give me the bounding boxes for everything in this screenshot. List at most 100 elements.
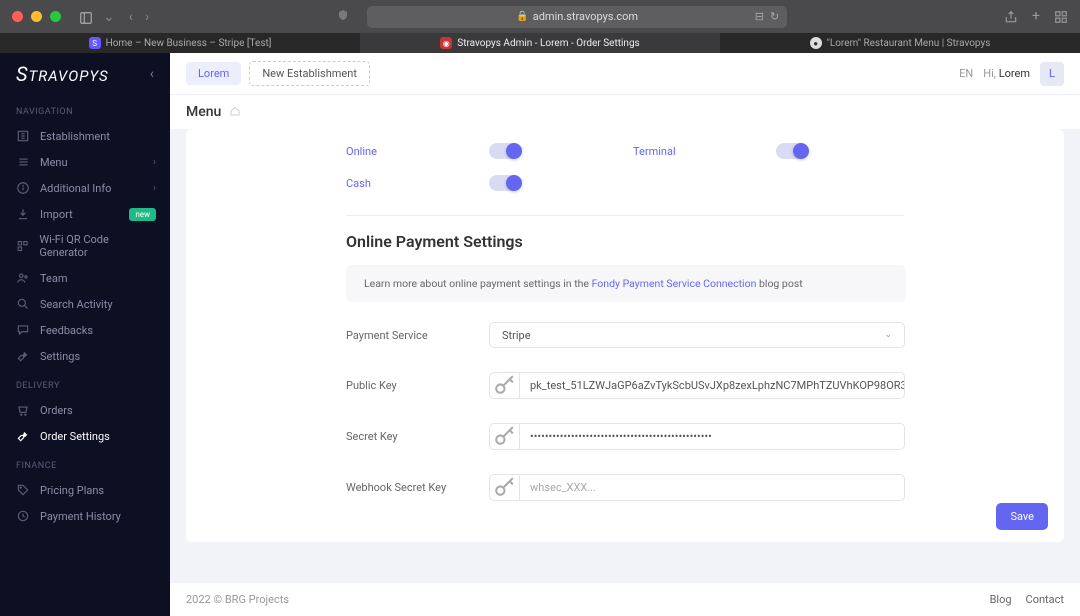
page-title: Menu [186,104,221,120]
chevron-right-icon: › [153,183,156,194]
language-selector[interactable]: EN [959,67,973,80]
sidebar-item-label: Team [40,272,68,285]
app-topbar: Lorem New Establishment EN Hi, Lorem L [170,53,1080,95]
sidebar-item-label: Wi-Fi QR Code Generator [39,233,154,259]
refresh-icon[interactable]: ↻ [770,10,779,23]
info-banner: Learn more about online payment settings… [346,265,906,302]
tab-label: "Lorem" Restaurant Menu | Stravopys [827,38,991,49]
wrench-icon [16,349,30,363]
sidebar-section-header: FINANCE [0,449,170,477]
toggle-terminal[interactable] [776,143,808,159]
chevron-right-icon: › [153,157,156,168]
divider [346,215,904,216]
sidebar-toggle-icon[interactable] [79,10,93,24]
tag-icon [16,483,30,497]
payment-service-select[interactable]: Stripe ⌄ [489,322,905,348]
sidebar-item-payment-history[interactable]: Payment History [0,503,170,529]
sidebar-item-label: Additional Info [40,182,111,195]
sidebar-section-header: DELIVERY [0,369,170,397]
sidebar-item-label: Feedbacks [40,324,93,337]
footer-link-blog[interactable]: Blog [990,593,1012,606]
tab-overview-icon[interactable] [1054,8,1068,26]
address-bar[interactable]: 🔒 admin.stravopys.com ⊟ ↻ [367,6,787,28]
history-icon [16,509,30,523]
section-title: Online Payment Settings [346,232,1064,251]
browser-tabs: S Home – New Business – Stripe [Test] ◉ … [0,33,1080,53]
sidebar-item-additional-info[interactable]: Additional Info › [0,175,170,201]
toggle-online[interactable] [489,143,521,159]
label-public-key: Public Key [346,379,489,392]
label-payment-service: Payment Service [346,329,489,342]
chevron-down-icon[interactable]: ⌄ [103,9,115,25]
browser-tab[interactable]: ◉ Stravopys Admin - Lorem - Order Settin… [360,33,720,53]
key-icon [489,474,519,501]
reader-icon[interactable]: ⊟ [755,10,764,23]
footer-link-contact[interactable]: Contact [1026,593,1064,606]
minimize-window-icon[interactable] [31,11,42,22]
generic-favicon: ● [810,37,822,49]
tab-new-establishment[interactable]: New Establishment [249,61,370,86]
key-icon [489,372,519,399]
toggle-label-cash: Cash [346,177,489,190]
wrench-icon [16,429,30,443]
share-icon[interactable] [1004,8,1018,26]
sidebar-item-wifi-qr[interactable]: Wi-Fi QR Code Generator [0,227,170,265]
sidebar-item-order-settings[interactable]: Order Settings [0,423,170,449]
sidebar-item-orders[interactable]: Orders [0,397,170,423]
window-controls [12,11,61,22]
avatar[interactable]: L [1040,62,1064,86]
close-window-icon[interactable] [12,11,23,22]
username-text: Lorem [999,67,1030,80]
back-button[interactable]: ‹ [129,9,133,25]
sidebar-item-label: Orders [40,404,73,417]
page-subheader: Menu [170,95,1080,129]
sidebar-item-label: Pricing Plans [40,484,104,497]
sidebar-item-import[interactable]: Import new [0,201,170,227]
toggle-cash[interactable] [489,175,521,191]
info-icon [16,181,30,195]
forward-button[interactable]: › [145,9,149,25]
settings-card: Online Terminal Cash Online Payment [186,129,1064,542]
webhook-key-input[interactable]: whsec_XXX... [519,474,905,501]
browser-tab[interactable]: S Home – New Business – Stripe [Test] [0,33,360,53]
browser-tab[interactable]: ● "Lorem" Restaurant Menu | Stravopys [720,33,1080,53]
collapse-sidebar-icon[interactable]: ‹ [150,66,154,82]
sidebar-item-feedbacks[interactable]: Feedbacks [0,317,170,343]
chevron-down-icon: ⌄ [884,330,892,340]
label-secret-key: Secret Key [346,430,489,443]
new-badge: new [129,208,156,221]
secret-key-input[interactable]: ••••••••••••••••••••••••••••••••••••••••… [519,423,905,450]
sidebar-item-pricing[interactable]: Pricing Plans [0,477,170,503]
stripe-favicon: S [89,37,101,49]
sidebar-item-menu[interactable]: Menu › [0,149,170,175]
sidebar-item-settings[interactable]: Settings [0,343,170,369]
key-icon [489,423,519,450]
copyright-text: 2022 © BRG Projects [186,593,289,606]
sidebar-section-header: NAVIGATION [0,95,170,123]
privacy-shield-icon[interactable] [337,9,349,24]
toggle-label-online: Online [346,145,489,158]
users-icon [16,271,30,285]
sidebar-item-establishment[interactable]: Establishment [0,123,170,149]
building-icon [16,129,30,143]
label-webhook-key: Webhook Secret Key [346,481,489,494]
greeting-text: Hi, [983,67,996,80]
qr-icon [16,239,29,253]
tab-label: Stravopys Admin - Lorem - Order Settings [457,38,639,49]
sidebar-item-label: Establishment [40,130,110,143]
home-icon[interactable] [229,105,241,120]
sidebar-item-team[interactable]: Team [0,265,170,291]
maximize-window-icon[interactable] [50,11,61,22]
public-key-input[interactable]: pk_test_51LZWJaGP6aZvTykScbUSvJXp8zexLph… [519,372,905,399]
sidebar-item-label: Settings [40,350,80,363]
save-button[interactable]: Save [996,503,1048,530]
logo: STRAVOPYS [16,62,109,86]
download-icon [16,207,30,221]
sidebar-item-label: Menu [40,156,68,169]
info-link[interactable]: Fondy Payment Service Connection [592,277,757,290]
new-tab-icon[interactable]: + [1032,8,1040,26]
sidebar-item-search-activity[interactable]: Search Activity [0,291,170,317]
sidebar-item-label: Search Activity [40,298,113,311]
tab-establishment-current[interactable]: Lorem [186,62,241,85]
sidebar-item-label: Import [40,208,73,221]
